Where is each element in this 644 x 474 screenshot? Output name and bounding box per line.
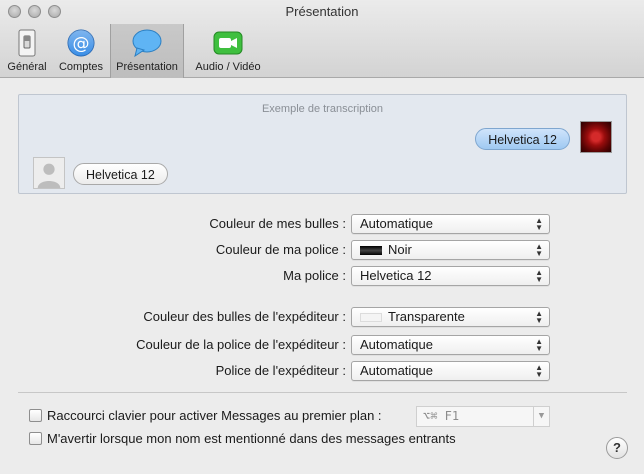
speech-bubble-icon [132,29,162,58]
my-avatar [580,121,612,153]
my-font-color-row: Couleur de ma police : Noir ▲ ▼ [0,240,644,260]
window-title: Présentation [285,4,359,19]
sender-message-bubble: Helvetica 12 [73,163,168,185]
light-switch-icon [18,29,36,57]
tab-presentation-label: Présentation [116,61,178,73]
shortcut-value: ⌥⌘ F1 [423,409,460,423]
my-font-popup[interactable]: Helvetica 12 ▲ ▼ [351,266,550,286]
divider [18,392,627,393]
sender-bubble-color-popup[interactable]: Transparente ▲ ▼ [351,307,550,327]
sender-font-color-popup[interactable]: Automatique ▲ ▼ [351,335,550,355]
chevron-updown-icon: ▲ ▼ [535,309,543,325]
my-font-value: Helvetica 12 [360,268,432,283]
my-font-label: Ma police : [283,268,346,283]
video-camera-icon [213,31,243,55]
sender-font-color-value: Automatique [360,337,433,352]
preview-title: Exemple de transcription [261,103,384,115]
chevron-updown-icon: ▲ ▼ [535,337,543,353]
sender-font-popup[interactable]: Automatique ▲ ▼ [351,361,550,381]
transcript-preview: Exemple de transcription Helvetica 12 He… [18,94,627,194]
color-swatch-transparent [360,313,382,322]
my-bubble-color-value: Automatique [360,216,433,231]
sender-avatar-icon [33,157,65,189]
titlebar: Présentation Général @ Comptes Présentat… [0,0,644,78]
my-font-color-popup[interactable]: Noir ▲ ▼ [351,240,550,260]
tab-audio-video[interactable]: Audio / Vidéo [188,24,268,78]
sender-bubble-color-label: Couleur des bulles de l'expéditeur : [143,309,346,324]
sender-font-label: Police de l'expéditeur : [215,363,346,378]
my-font-color-value: Noir [388,242,412,257]
shortcut-popup: ⌥⌘ F1 ▼ [416,406,550,427]
sender-font-value: Automatique [360,363,433,378]
mention-checkbox[interactable] [29,432,42,445]
tab-comptes[interactable]: @ Comptes [54,24,108,78]
svg-text:@: @ [73,34,90,54]
tab-presentation[interactable]: Présentation [110,24,184,78]
sender-bubble-color-row: Couleur des bulles de l'expéditeur : Tra… [0,307,644,327]
tab-general[interactable]: Général [3,24,51,78]
sender-font-color-label: Couleur de la police de l'expéditeur : [136,337,346,352]
mention-label: M'avertir lorsque mon nom est mentionné … [47,431,456,446]
at-sign-icon: @ [67,29,95,57]
my-message-bubble: Helvetica 12 [475,128,570,150]
shortcut-checkbox[interactable] [29,409,42,422]
chevron-updown-icon: ▲ ▼ [535,268,543,284]
chevron-updown-icon: ▲ ▼ [535,363,543,379]
color-swatch-black [360,246,382,255]
my-font-row: Ma police : Helvetica 12 ▲ ▼ [0,266,644,286]
my-bubble-color-popup[interactable]: Automatique ▲ ▼ [351,214,550,234]
my-bubble-color-row: Couleur de mes bulles : Automatique ▲ ▼ [0,214,644,234]
my-bubble-color-label: Couleur de mes bulles : [209,216,346,231]
tab-comptes-label: Comptes [58,61,104,73]
shortcut-label: Raccourci clavier pour activer Messages … [47,408,382,423]
help-button[interactable]: ? [606,437,628,459]
tab-audio-video-label: Audio / Vidéo [195,61,261,73]
chevron-down-icon: ▼ [533,407,549,426]
my-font-color-label: Couleur de ma police : [215,242,346,257]
sender-bubble-color-value: Transparente [388,309,465,324]
chevron-updown-icon: ▲ ▼ [535,242,543,258]
chevron-updown-icon: ▲ ▼ [535,216,543,232]
tab-general-label: Général [7,61,47,73]
sender-font-color-row: Couleur de la police de l'expéditeur : A… [0,335,644,355]
sender-font-row: Police de l'expéditeur : Automatique ▲ ▼ [0,361,644,381]
